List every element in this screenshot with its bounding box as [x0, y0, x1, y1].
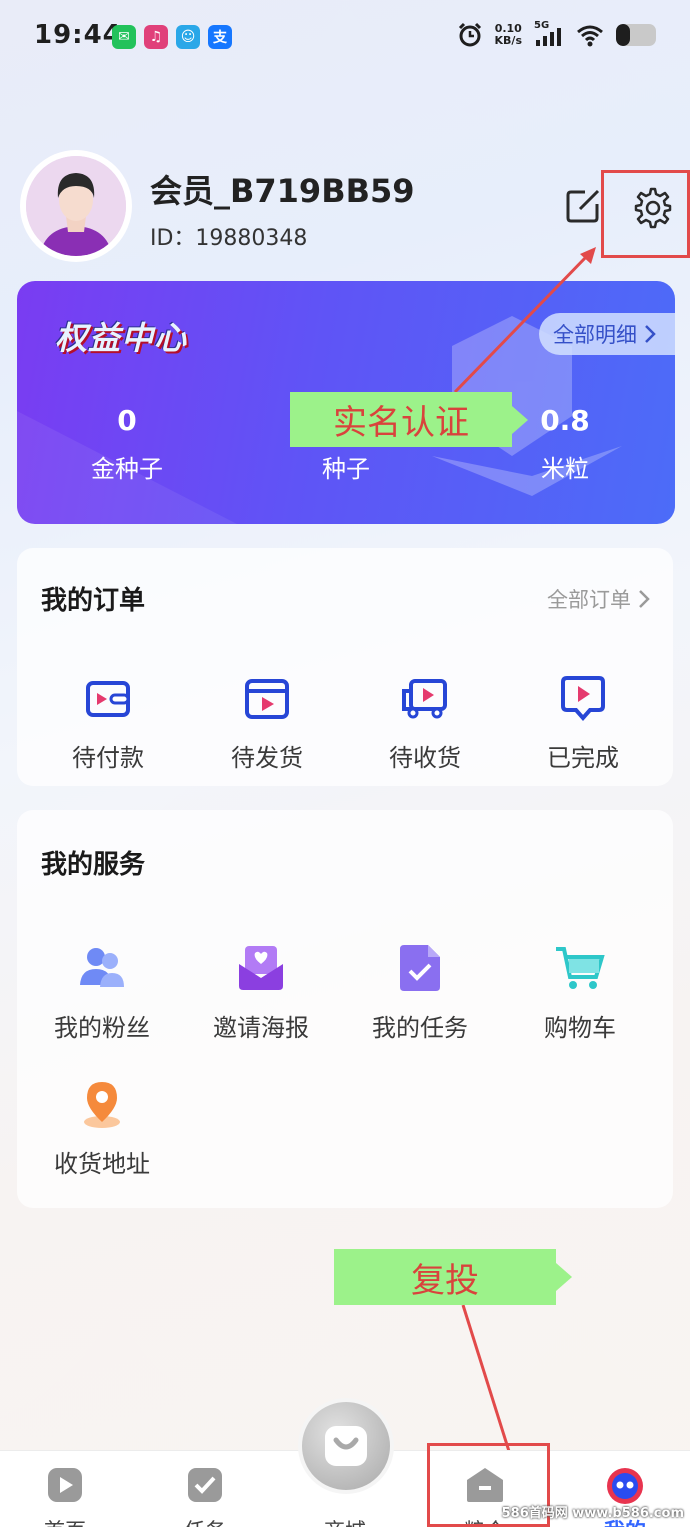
all-orders-label: 全部订单: [547, 588, 631, 612]
chevron-right-icon: [645, 325, 656, 343]
avatar-person-icon: [26, 156, 126, 256]
orders-title: 我的订单: [41, 586, 146, 616]
profile-face-icon: [607, 1468, 643, 1504]
order-pending-shipment[interactable]: 待发货: [192, 670, 342, 773]
nav-tasks[interactable]: 任务: [160, 1465, 250, 1527]
service-my-tasks[interactable]: 我的任务: [345, 940, 495, 1043]
settings-highlight-box: [601, 170, 690, 258]
status-indicators: 0.10 KB/s 5G: [457, 20, 656, 48]
nav-home[interactable]: 首页: [20, 1465, 110, 1527]
services-title: 我的服务: [41, 850, 146, 880]
reinvest-annotation-text: 复投: [411, 1260, 479, 1301]
stat-label: 种子: [322, 455, 370, 483]
fans-icon: [80, 948, 124, 987]
alipay-icon: 支: [208, 25, 232, 49]
benefits-title: 权益中心: [55, 319, 188, 357]
home-play-icon: [48, 1468, 82, 1502]
order-pending-payment[interactable]: 待付款: [33, 670, 183, 773]
service-label: 邀请海报: [213, 1014, 309, 1042]
net-speed: 0.10 KB/s: [494, 22, 522, 47]
reinvest-annotation: 复投: [334, 1249, 572, 1305]
service-my-fans[interactable]: 我的粉丝: [27, 940, 177, 1043]
box-icon: [245, 679, 289, 719]
all-orders-link[interactable]: 全部订单: [547, 584, 651, 614]
watermark: 586首码网 www.b586.com: [501, 1506, 684, 1521]
task-icon: [400, 945, 440, 991]
real-name-annotation: 实名认证: [290, 392, 528, 447]
username: 会员_B719BB59: [150, 172, 415, 210]
avatar[interactable]: [20, 150, 132, 262]
mall-bag-icon: [325, 1426, 367, 1466]
battery-icon: [616, 24, 656, 46]
order-label: 待收货: [389, 744, 461, 772]
chevron-right-icon: [639, 590, 650, 608]
task-check-icon: [188, 1468, 222, 1502]
completed-icon: [561, 676, 605, 722]
order-label: 已完成: [547, 744, 619, 772]
alarm-icon: [458, 22, 481, 47]
order-completed[interactable]: 已完成: [508, 670, 658, 773]
edit-profile-button[interactable]: [560, 183, 606, 229]
signal-icon: [536, 28, 561, 46]
battery-level: [616, 24, 630, 46]
nav-label: 任务: [160, 1515, 250, 1527]
order-label: 待付款: [72, 744, 144, 772]
music-app-icon: ♫: [144, 25, 168, 49]
chat-app-icon: ☺: [176, 25, 200, 49]
signal-indicator: 5G: [534, 20, 564, 48]
wifi-icon: [577, 25, 603, 47]
orders-panel: 我的订单 全部订单 待付款 待发货 待收货 已完成: [17, 548, 673, 786]
wallet-icon: [86, 681, 130, 717]
truck-icon: [402, 679, 447, 719]
benefits-detail-label: 全部明细: [553, 323, 637, 347]
wechat-icon: ✉: [112, 25, 136, 49]
nav-mall-button[interactable]: [298, 1398, 394, 1494]
service-cart[interactable]: 购物车: [505, 940, 655, 1043]
nav-label: 商城: [300, 1515, 390, 1527]
services-panel: 我的服务 我的粉丝 邀请海报 我的任务 购物车 收货地址: [17, 810, 673, 1208]
status-bar: 19:44 ✉ ♫ ☺ 支 0.10 KB/s 5G: [0, 0, 690, 72]
status-app-icons: ✉ ♫ ☺ 支: [112, 25, 232, 49]
user-id: ID：19880348: [150, 226, 308, 251]
service-label: 收货地址: [54, 1150, 150, 1178]
stat-label: 金种子: [91, 455, 163, 483]
service-address[interactable]: 收货地址: [27, 1076, 177, 1179]
benefits-detail-link[interactable]: 全部明细: [539, 313, 675, 355]
invite-poster-icon: [239, 946, 283, 990]
real-name-annotation-text: 实名认证: [333, 403, 469, 443]
nav-label: 首页: [20, 1515, 110, 1527]
service-label: 购物车: [544, 1014, 616, 1042]
edit-icon: [566, 189, 600, 223]
order-pending-receipt[interactable]: 待收货: [350, 670, 500, 773]
service-invite-poster[interactable]: 邀请海报: [186, 940, 336, 1043]
service-label: 我的粉丝: [54, 1014, 150, 1042]
stat-gold-seeds[interactable]: 0 金种子: [57, 401, 197, 484]
status-time: 19:44: [34, 20, 122, 50]
order-label: 待发货: [231, 744, 303, 772]
location-pin-icon: [84, 1082, 120, 1128]
stat-value: 0: [117, 404, 137, 437]
cart-icon: [556, 947, 605, 989]
stat-label: 米粒: [541, 455, 589, 483]
service-label: 我的任务: [372, 1014, 468, 1042]
